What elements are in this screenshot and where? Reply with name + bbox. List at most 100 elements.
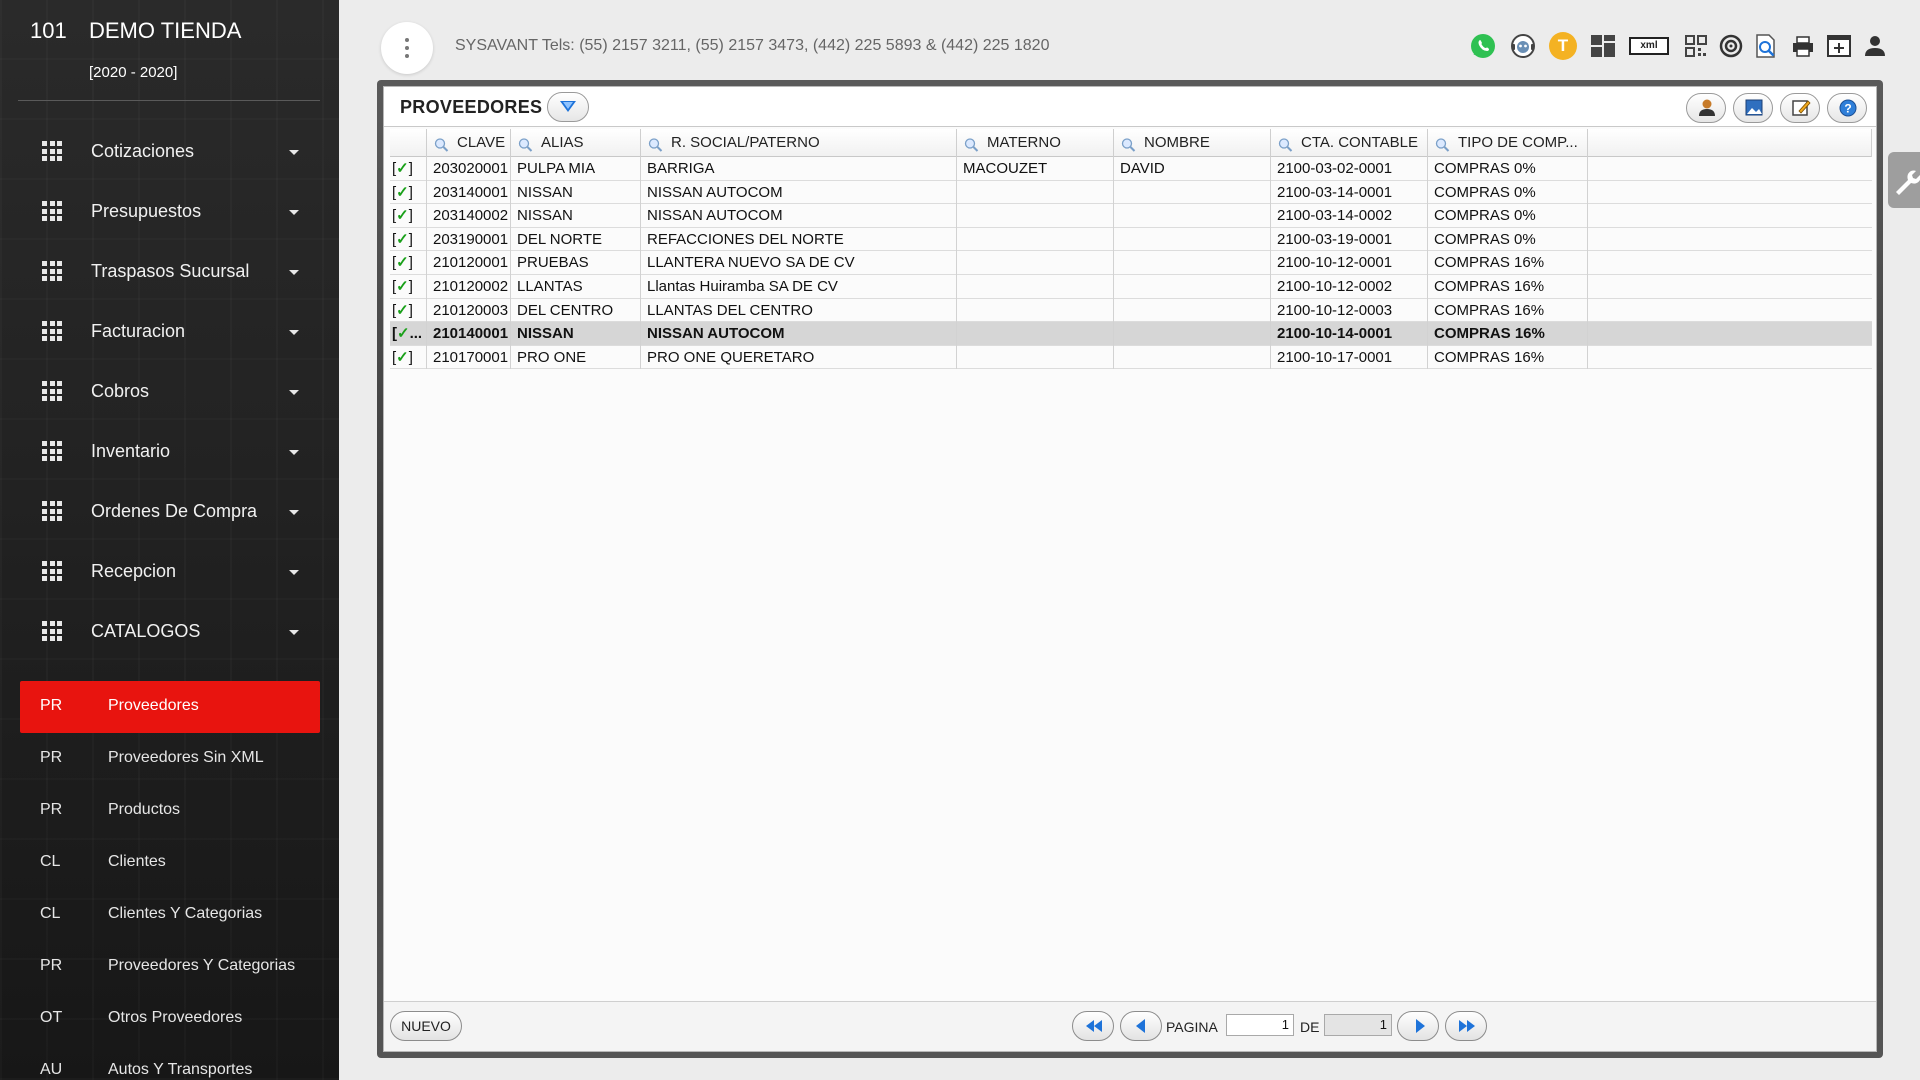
- last-page-button[interactable]: [1445, 1011, 1487, 1041]
- search-document-icon[interactable]: [1752, 32, 1780, 60]
- menu-item-cotizaciones[interactable]: Cotizaciones: [0, 127, 339, 187]
- menu-item-label: Cobros: [91, 381, 150, 401]
- cell-filler: [1588, 322, 1872, 346]
- xml-icon[interactable]: xml: [1629, 37, 1669, 55]
- header-nombre[interactable]: NOMBRE: [1114, 129, 1271, 157]
- menu-item-recepcion[interactable]: Recepcion: [0, 547, 339, 607]
- help-button[interactable]: ?: [1827, 93, 1867, 123]
- row-checkbox[interactable]: [✓]: [390, 204, 427, 228]
- submenu-item-proveedores-sin-xml[interactable]: PR Proveedores Sin XML: [0, 733, 339, 785]
- grid-dot: [49, 268, 55, 274]
- submenu-item-clientes[interactable]: CL Clientes: [0, 837, 339, 889]
- menu-item-label: Cotizaciones: [91, 141, 195, 161]
- first-page-button[interactable]: [1072, 1011, 1114, 1041]
- t-badge-icon[interactable]: T: [1549, 32, 1577, 60]
- submenu-item-autos-y-transportes[interactable]: AU Autos Y Transportes: [0, 1045, 339, 1080]
- user-icon[interactable]: [1861, 32, 1889, 60]
- cell-cta: 2100-10-14-0001: [1271, 322, 1428, 346]
- printer-icon[interactable]: [1789, 32, 1817, 60]
- submenu-item-productos[interactable]: PR Productos: [0, 785, 339, 837]
- caret-down-icon: [289, 630, 299, 635]
- submenu-item-clientes-y-categorias[interactable]: CL Clientes Y Categorias: [0, 889, 339, 941]
- dashboard-tiles-icon[interactable]: [1589, 32, 1617, 60]
- header-r-social-paterno[interactable]: R. SOCIAL/PATERNO: [641, 129, 957, 157]
- support-chat-icon[interactable]: [1509, 32, 1537, 60]
- menu-item-presupuestos[interactable]: Presupuestos: [0, 187, 339, 247]
- table-row[interactable]: [✓] 210120003 DEL CENTRO LLANTAS DEL CENTRO…: [390, 298, 1872, 323]
- table-row[interactable]: [✓] 203140002 NISSAN NISSAN AUTOCOM 2100-03-…: [390, 204, 1872, 228]
- panel-dropdown-button[interactable]: [547, 92, 589, 122]
- submenu-label: Productos: [108, 801, 181, 818]
- row-checkbox[interactable]: [✓]: [390, 251, 427, 275]
- menu-item-ordenes-de-compra[interactable]: Ordenes De Compra: [0, 487, 339, 547]
- cell-tipo: COMPRAS 16%: [1428, 274, 1588, 299]
- cell-social: LLANTERA NUEVO SA DE CV: [641, 251, 957, 275]
- cell-clave: 210120002: [427, 274, 511, 299]
- submenu-item-otros-proveedores[interactable]: OT Otros Proveedores: [0, 993, 339, 1045]
- table-row[interactable]: [✓] 203020001 PULPA MIA BARRIGA MACOUZET DAVI…: [390, 157, 1872, 181]
- image-button[interactable]: [1733, 93, 1773, 123]
- header-materno[interactable]: MATERNO: [957, 129, 1114, 157]
- contact-button[interactable]: [1686, 93, 1726, 123]
- grid-dot: [57, 501, 62, 506]
- add-window-icon[interactable]: [1825, 32, 1853, 60]
- edit-button[interactable]: [1780, 93, 1820, 123]
- row-checkbox[interactable]: [✓]: [390, 157, 427, 181]
- menu-item-inventario[interactable]: Inventario: [0, 427, 339, 487]
- row-checkbox[interactable]: [✓]: [390, 345, 427, 370]
- table-row[interactable]: [✓] 210120001 PRUEBAS LLANTERA NUEVO SA DE …: [390, 251, 1872, 275]
- new-button[interactable]: NUEVO: [390, 1011, 462, 1041]
- grid-dot: [57, 508, 62, 514]
- cell-materno: [957, 227, 1114, 252]
- cell-alias: DEL NORTE: [511, 227, 641, 252]
- whatsapp-icon[interactable]: [1469, 32, 1497, 60]
- grid-dot: [42, 201, 47, 206]
- grid-dot: [49, 328, 55, 334]
- header-alias[interactable]: ALIAS: [511, 129, 641, 157]
- next-page-button[interactable]: [1397, 1011, 1439, 1041]
- grid-dot: [49, 388, 55, 394]
- support-phones: SYSAVANT Tels: (55) 2157 3211, (55) 2157…: [455, 37, 1050, 54]
- row-checkbox[interactable]: [✓]: [390, 298, 427, 323]
- prev-page-button[interactable]: [1120, 1011, 1162, 1041]
- cell-nombre: [1114, 274, 1271, 299]
- grid-dot: [57, 628, 62, 634]
- grid-dot: [57, 141, 62, 146]
- menu-item-catalogos[interactable]: CATALOGOS: [0, 607, 339, 667]
- table-row[interactable]: [✓] 203140001 NISSAN NISSAN AUTOCOM 2100-03-…: [390, 180, 1872, 205]
- grid-icon: [42, 561, 62, 581]
- header-tipo-de-comp[interactable]: TIPO DE COMP...: [1428, 129, 1588, 157]
- row-checkbox[interactable]: [✓]: [390, 274, 427, 299]
- menu-item-facturacion[interactable]: Facturacion: [0, 307, 339, 367]
- cell-social: NISSAN AUTOCOM: [641, 322, 957, 346]
- row-checkbox[interactable]: [✓]: [390, 227, 427, 252]
- qr-code-icon[interactable]: [1682, 32, 1710, 60]
- menu-item-traspasos-sucursal[interactable]: Traspasos Sucursal: [0, 247, 339, 307]
- cell-alias: LLANTAS: [511, 274, 641, 299]
- cell-cta: 2100-10-12-0002: [1271, 274, 1428, 299]
- grid-dot: [42, 268, 47, 274]
- more-options-button[interactable]: [381, 22, 433, 74]
- table-row[interactable]: [✓] 210120002 LLANTAS Llantas Huiramba SA D…: [390, 274, 1872, 299]
- grid-icon: [42, 141, 62, 161]
- submenu-item-proveedores-y-categorias[interactable]: PR Proveedores Y Categorias: [0, 941, 339, 993]
- store-name: DEMO TIENDA: [89, 18, 242, 43]
- table-header: CLAVE ALIAS R. SOCIAL/PATERNO MATERNO NOMBRE…: [390, 129, 1872, 157]
- submenu-abbr: PR: [40, 697, 63, 714]
- cell-clave: 203190001: [427, 227, 511, 252]
- menu-item-cobros[interactable]: Cobros: [0, 367, 339, 427]
- tools-tab[interactable]: [1888, 152, 1920, 208]
- header-clave[interactable]: CLAVE: [427, 129, 511, 157]
- row-checkbox[interactable]: [✓]: [390, 180, 427, 205]
- grid-dot: [57, 321, 62, 326]
- header-cta-contable[interactable]: CTA. CONTABLE: [1271, 129, 1428, 157]
- table-row[interactable]: [✓... 210140001 NISSAN NISSAN AUTOCOM 2100-1…: [390, 322, 1872, 346]
- submenu-item-proveedores[interactable]: PR Proveedores: [0, 681, 339, 733]
- row-checkbox[interactable]: [✓...: [390, 322, 427, 346]
- table-row[interactable]: [✓] 203190001 DEL NORTE REFACCIONES DEL NOR…: [390, 227, 1872, 252]
- last-page-icon: [1459, 1020, 1475, 1032]
- table-row[interactable]: [✓] 210170001 PRO ONE PRO ONE QUERETARO 2100…: [390, 345, 1872, 370]
- page-input[interactable]: 1: [1226, 1014, 1294, 1036]
- cell-clave: 203140002: [427, 204, 511, 228]
- target-icon[interactable]: [1717, 32, 1745, 60]
